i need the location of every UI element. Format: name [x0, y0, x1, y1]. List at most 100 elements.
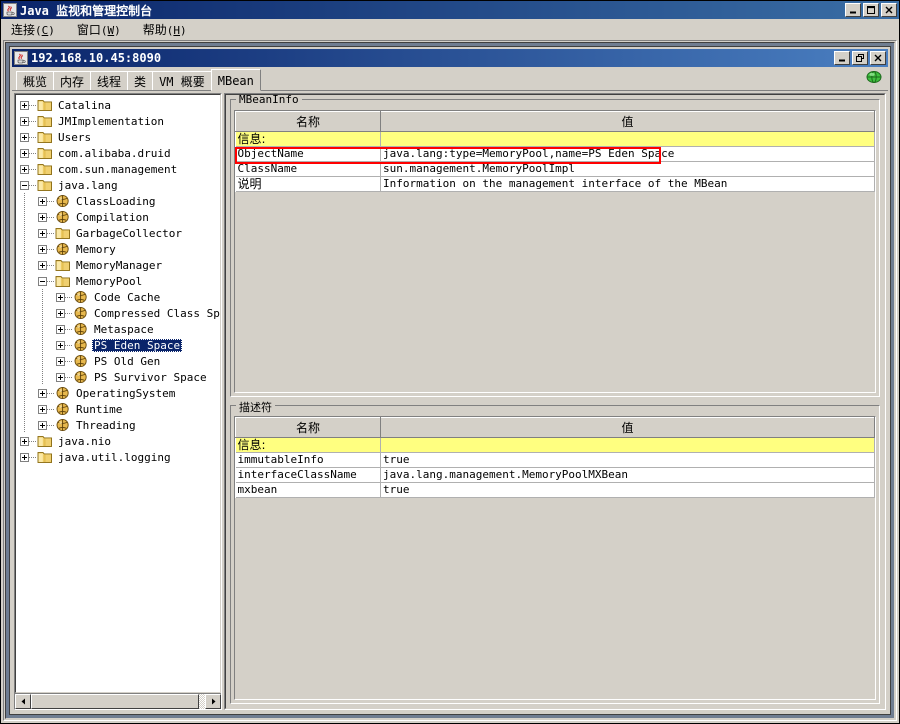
tree-node[interactable]: Compilation [16, 209, 220, 225]
table-row[interactable]: mxbean true [235, 482, 875, 498]
mbean-detail-surface: MBeanInfo 名称 值 信息: ObjectName java.lang:… [225, 94, 885, 709]
tree-node[interactable]: MemoryManager [16, 257, 220, 273]
close-button[interactable] [870, 51, 886, 65]
table-empty-area [235, 192, 875, 392]
expand-icon[interactable] [20, 452, 29, 462]
tree-node[interactable]: java.nio [16, 433, 220, 449]
expand-icon[interactable] [38, 212, 47, 222]
table-row[interactable]: 说明 Information on the management interfac… [235, 176, 875, 192]
table-row[interactable]: immutableInfo true [235, 452, 875, 468]
expand-icon[interactable] [20, 164, 29, 174]
tree-connector [29, 120, 37, 122]
tree-node[interactable]: MemoryPool [16, 273, 220, 289]
tree-node-label: Metaspace [94, 322, 154, 336]
menu-bar: 连接(C) 窗口(W) 帮助(H) [1, 19, 899, 40]
expand-icon[interactable] [56, 372, 65, 382]
row-name-cell: interfaceClassName [235, 467, 381, 483]
tree-node[interactable]: com.sun.management [16, 161, 220, 177]
tree-node[interactable]: java.util.logging [16, 449, 220, 465]
internal-frame-title-bar: 192.168.10.45:8090 [12, 49, 888, 67]
expand-icon[interactable] [38, 404, 47, 414]
tree-node-label: Threading [76, 418, 136, 432]
tree-node-label: JMImplementation [58, 114, 164, 128]
expand-icon[interactable] [20, 436, 29, 446]
tree-node[interactable]: com.alibaba.druid [16, 145, 220, 161]
tree-node[interactable]: ClassLoading [16, 193, 220, 209]
expand-icon[interactable] [56, 292, 65, 302]
expand-icon[interactable] [38, 196, 47, 206]
info-label: 信息: [235, 437, 381, 453]
horizontal-scrollbar[interactable] [15, 693, 221, 709]
descriptor-group: 描述符 名称 值 信息: immutableInfo true interfac… [230, 399, 880, 704]
tree-node[interactable]: Runtime [16, 401, 220, 417]
menu-item-help[interactable]: 帮助(H) [141, 20, 189, 39]
expand-icon[interactable] [38, 228, 47, 238]
tree-node-label: Code Cache [94, 290, 161, 304]
minimize-button[interactable] [834, 51, 850, 65]
tree-node-label: Runtime [76, 402, 123, 416]
tab-mbean[interactable]: MBean [210, 69, 261, 91]
expand-icon[interactable] [38, 420, 47, 430]
tree-node[interactable]: OperatingSystem [16, 385, 220, 401]
tree-node-label: PS Eden Space [92, 338, 183, 352]
table-row[interactable]: ObjectName java.lang:type=MemoryPool,name… [235, 146, 875, 162]
menu-item-window[interactable]: 窗口(W) [75, 20, 123, 39]
tab-memory[interactable]: 内存 [53, 71, 92, 90]
tree-node[interactable]: Users [16, 129, 220, 145]
tree-connector [29, 152, 37, 154]
expand-icon[interactable] [56, 356, 65, 366]
scroll-right-button[interactable] [205, 694, 221, 709]
close-button[interactable] [881, 3, 897, 17]
tab-vm-summary[interactable]: VM 概要 [152, 71, 212, 90]
tree-indent [16, 225, 38, 241]
column-header-value[interactable]: 值 [380, 111, 875, 132]
expand-icon[interactable] [38, 260, 47, 270]
info-label: 信息: [235, 131, 381, 147]
info-value [380, 131, 875, 147]
tree-guide-line [42, 321, 43, 337]
tree-node[interactable]: PS Survivor Space [16, 369, 220, 385]
tree-guide-line [24, 209, 25, 225]
tab-overview[interactable]: 概览 [16, 71, 55, 90]
tree-guide-line [24, 305, 25, 321]
menu-item-connect[interactable]: 连接(C) [9, 20, 57, 39]
expand-icon[interactable] [56, 340, 65, 350]
collapse-icon[interactable] [20, 180, 29, 190]
tree-node[interactable]: Threading [16, 417, 220, 433]
table-row[interactable]: ClassName sun.management.MemoryPoolImpl [235, 161, 875, 177]
tree-node[interactable]: Compressed Class Spa [16, 305, 220, 321]
tree-node[interactable]: Code Cache [16, 289, 220, 305]
scrollbar-track[interactable] [31, 694, 205, 709]
tree-connector [29, 168, 37, 170]
expand-icon[interactable] [56, 324, 65, 334]
tree-node[interactable]: PS Eden Space [16, 337, 220, 353]
collapse-icon[interactable] [38, 276, 47, 286]
tree-node[interactable]: PS Old Gen [16, 353, 220, 369]
column-header-value[interactable]: 值 [380, 417, 875, 438]
scrollbar-thumb[interactable] [31, 694, 199, 709]
expand-icon[interactable] [20, 148, 29, 158]
tree-node[interactable]: java.lang [16, 177, 220, 193]
expand-icon[interactable] [20, 132, 29, 142]
tree-node[interactable]: JMImplementation [16, 113, 220, 129]
tree-node[interactable]: Memory [16, 241, 220, 257]
expand-icon[interactable] [38, 388, 47, 398]
maximize-button[interactable] [863, 3, 879, 17]
tree-node[interactable]: GarbageCollector [16, 225, 220, 241]
column-header-name[interactable]: 名称 [235, 417, 381, 438]
minimize-button[interactable] [845, 3, 861, 17]
expand-icon[interactable] [20, 100, 29, 110]
tab-threads[interactable]: 线程 [90, 71, 129, 90]
tree-node[interactable]: Metaspace [16, 321, 220, 337]
tab-classes[interactable]: 类 [127, 71, 154, 90]
scroll-left-button[interactable] [15, 694, 31, 709]
table-row[interactable]: interfaceClassName java.lang.management.M… [235, 467, 875, 483]
expand-icon[interactable] [38, 244, 47, 254]
expand-icon[interactable] [20, 116, 29, 126]
tree-connector [47, 264, 55, 266]
mbean-tree[interactable]: Catalina JMImplementation Users com.alibaba… [16, 97, 220, 465]
tree-node[interactable]: Catalina [16, 97, 220, 113]
column-header-name[interactable]: 名称 [235, 111, 381, 132]
expand-icon[interactable] [56, 308, 65, 318]
restore-button[interactable] [852, 51, 868, 65]
